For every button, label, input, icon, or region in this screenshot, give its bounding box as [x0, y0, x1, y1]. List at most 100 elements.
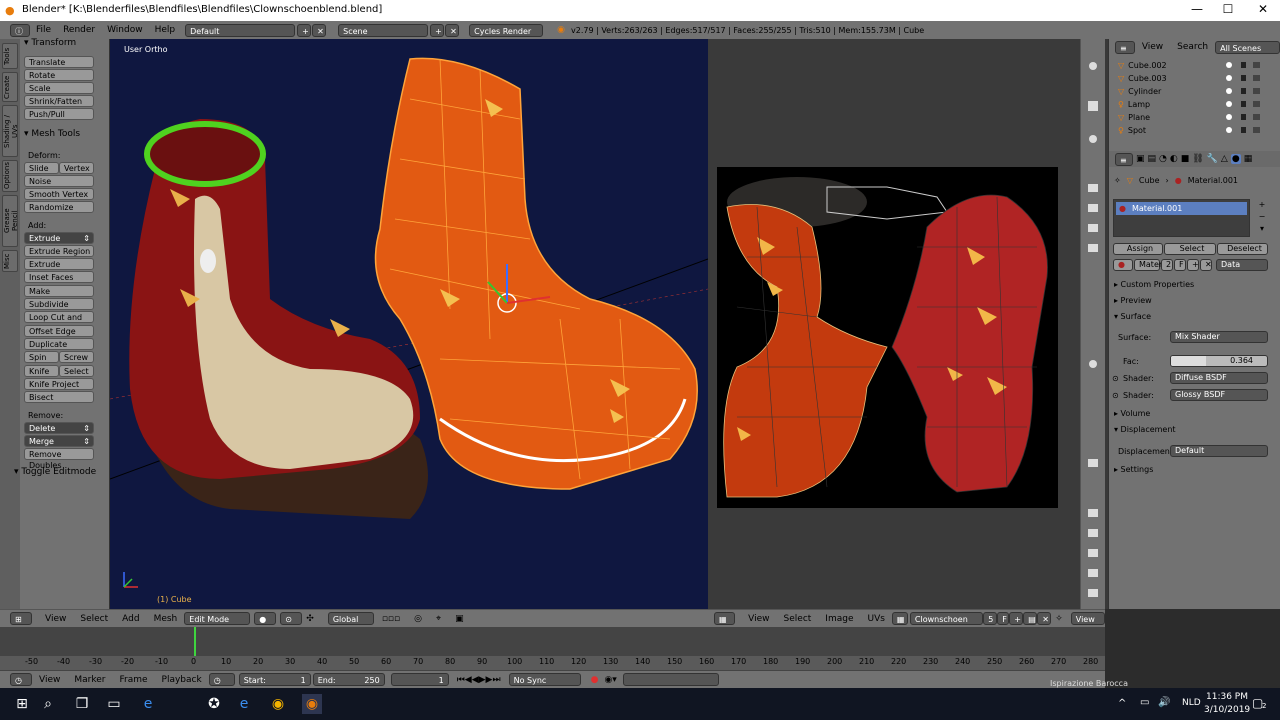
deselect-button[interactable]: Deselect — [1217, 243, 1268, 255]
keying-set-icon[interactable]: ◉▾ — [604, 675, 616, 685]
timeline-menu-playback[interactable]: Playback — [155, 675, 209, 685]
outliner-menu-view[interactable]: View — [1135, 42, 1170, 52]
shading-selector-icon[interactable]: ● — [254, 612, 277, 625]
material-browse-icon[interactable]: ● — [1113, 259, 1133, 271]
menu-help[interactable]: Help — [149, 25, 182, 35]
preview-range-icon[interactable]: ◷ — [208, 673, 235, 686]
proportional-edit-icon[interactable]: ◎ — [414, 614, 422, 624]
image-new-icon[interactable]: + — [1009, 612, 1024, 625]
image-unlink-icon[interactable]: ✕ — [1037, 612, 1052, 625]
smooth-vertex-button[interactable]: Smooth Vertex — [24, 188, 94, 200]
settings-panel[interactable]: ▸ Settings — [1114, 465, 1153, 474]
mode-selector[interactable]: Edit Mode — [184, 612, 251, 625]
layout-remove-icon[interactable]: ✕ — [312, 23, 327, 37]
knife-button[interactable]: Knife — [24, 365, 59, 377]
playback-controls-icon[interactable]: ⏮◀◀▶▶⏭ — [457, 675, 501, 685]
make-edge-face-button[interactable]: Make Edge/Face — [24, 285, 94, 307]
material-slot-row[interactable]: ● Material.001 — [1116, 202, 1247, 215]
input-language[interactable]: NLD — [1182, 698, 1201, 708]
keying-set-field[interactable] — [622, 673, 719, 686]
scale-button[interactable]: Scale — [24, 82, 94, 94]
image-fake-user-button[interactable]: F — [997, 612, 1010, 625]
file-explorer-icon[interactable]: ▭ — [104, 694, 124, 714]
minimize-button[interactable]: — — [1182, 2, 1212, 16]
fac-slider[interactable]: 0.364 — [1170, 355, 1268, 367]
shader-socket-icon[interactable]: ⊙ — [1112, 391, 1119, 400]
randomize-button[interactable]: Randomize — [24, 201, 94, 213]
menu-window[interactable]: Window — [101, 25, 149, 35]
menu-render[interactable]: Render — [57, 25, 101, 35]
close-button[interactable]: ✕ — [1248, 2, 1278, 16]
layout-add-icon[interactable]: + — [297, 23, 312, 37]
snap-icon[interactable]: ⌖ — [436, 614, 441, 624]
volume-panel[interactable]: ▸ Volume — [1114, 409, 1150, 418]
rotate-button[interactable]: Rotate — [24, 69, 94, 81]
outliner-item-cube-003[interactable]: ▽ Cube.003 — [1118, 72, 1167, 85]
pin-image-icon[interactable]: ✧ — [1055, 614, 1063, 624]
material-name-field[interactable]: Mater — [1134, 259, 1162, 271]
link-data-selector[interactable]: Data — [1216, 259, 1268, 271]
screw-button[interactable]: Screw — [59, 351, 94, 363]
uv-menu-image[interactable]: Image — [818, 614, 860, 624]
image-browse-icon[interactable]: ▦ — [891, 612, 908, 625]
current-frame-field[interactable]: 1 — [390, 673, 449, 686]
menu-file[interactable]: File — [30, 25, 57, 35]
texture-tab-icon[interactable]: ▦ — [1244, 154, 1253, 164]
preview-panel[interactable]: ▸ Preview — [1114, 296, 1152, 305]
offset-edge-slide-button[interactable]: Offset Edge Slide — [24, 325, 94, 347]
layout-selector[interactable]: Default — [185, 23, 296, 37]
timeline-menu-marker[interactable]: Marker — [67, 675, 112, 685]
surface-panel[interactable]: ▾ Surface — [1114, 312, 1151, 321]
translate-button[interactable]: Translate — [24, 56, 94, 68]
modifiers-tab-icon[interactable]: 🔧 — [1207, 154, 1218, 164]
tab-misc[interactable]: Misc — [2, 250, 18, 272]
fake-user-button[interactable]: F — [1174, 259, 1186, 271]
outliner-item-lamp[interactable]: ♀ Lamp — [1118, 98, 1150, 111]
uv-menu-view[interactable]: View — [741, 614, 776, 624]
timeline-editor-type-icon[interactable]: ◷ — [10, 673, 32, 686]
delete-menu[interactable]: Delete ⇕ — [24, 422, 94, 434]
material-slot-list[interactable]: ● Material.001 — [1113, 199, 1250, 237]
duplicate-button[interactable]: Duplicate — [24, 338, 94, 350]
outliner-type-icon[interactable]: ≡ — [1115, 40, 1135, 54]
timeline-ruler[interactable]: -50 -40 -30 -20 -10 0 10 20 30 40 50 60 … — [0, 656, 1105, 670]
pivot-selector-icon[interactable]: ⊙ — [280, 612, 303, 625]
chrome-icon[interactable]: ◉ — [268, 694, 288, 714]
vertex-slide-button[interactable]: Vertex — [59, 162, 94, 174]
uv-view-mode-selector[interactable]: View — [1070, 612, 1105, 625]
manipulator-icon[interactable]: ✣ — [306, 614, 314, 624]
clock-time[interactable]: 11:36 PM — [1206, 692, 1248, 702]
tab-grease-pencil[interactable]: Grease Pencil — [2, 195, 19, 247]
volume-icon[interactable]: 🔊 — [1158, 697, 1170, 708]
internet-explorer-icon[interactable]: e — [234, 694, 254, 714]
uv-texture-canvas[interactable] — [717, 167, 1058, 508]
timeline-menu-frame[interactable]: Frame — [112, 675, 154, 685]
clock-date[interactable]: 3/10/2019 — [1204, 705, 1250, 715]
uv-menu-uvs[interactable]: UVs — [860, 614, 891, 624]
render-engine-selector[interactable]: Cycles Render — [469, 23, 544, 37]
task-view-icon[interactable]: ❐ — [72, 694, 92, 714]
select-mode-icons[interactable]: ▫▫▫ — [382, 614, 400, 624]
material-unlink-icon[interactable]: ✕ — [1200, 259, 1212, 271]
app-icon[interactable]: ✪ — [204, 694, 224, 714]
transform-orientation-selector[interactable]: Global — [327, 612, 374, 625]
end-frame-field[interactable]: End: 250 — [312, 673, 385, 686]
outliner-item-plane[interactable]: ▽ Plane — [1118, 111, 1150, 124]
select-button[interactable]: Select — [1164, 243, 1216, 255]
maximize-button[interactable]: ☐ — [1213, 2, 1243, 16]
search-icon[interactable]: ⌕ — [38, 694, 58, 714]
uv-editor-type-icon[interactable]: ▦ — [714, 612, 736, 625]
outliner-item-cube-002[interactable]: ▽ Cube.002 — [1118, 59, 1167, 72]
knife-project-button[interactable]: Knife Project — [24, 378, 94, 390]
3d-menu-view[interactable]: View — [38, 614, 73, 624]
material-tab-icon[interactable]: ● — [1230, 154, 1241, 164]
slot-add-icon[interactable]: + — [1256, 199, 1268, 211]
uv-menu-select[interactable]: Select — [777, 614, 819, 624]
record-icon[interactable]: ● — [591, 675, 599, 685]
inset-faces-button[interactable]: Inset Faces — [24, 271, 94, 283]
timeline-menu-view[interactable]: View — [32, 675, 67, 685]
outliner-menu-search[interactable]: Search — [1170, 42, 1215, 52]
editor-type-icon[interactable]: ⓘ — [10, 23, 30, 37]
system-tray-chevron-icon[interactable]: ^ — [1118, 698, 1126, 709]
properties-type-icon[interactable]: ≡ — [1115, 152, 1133, 166]
